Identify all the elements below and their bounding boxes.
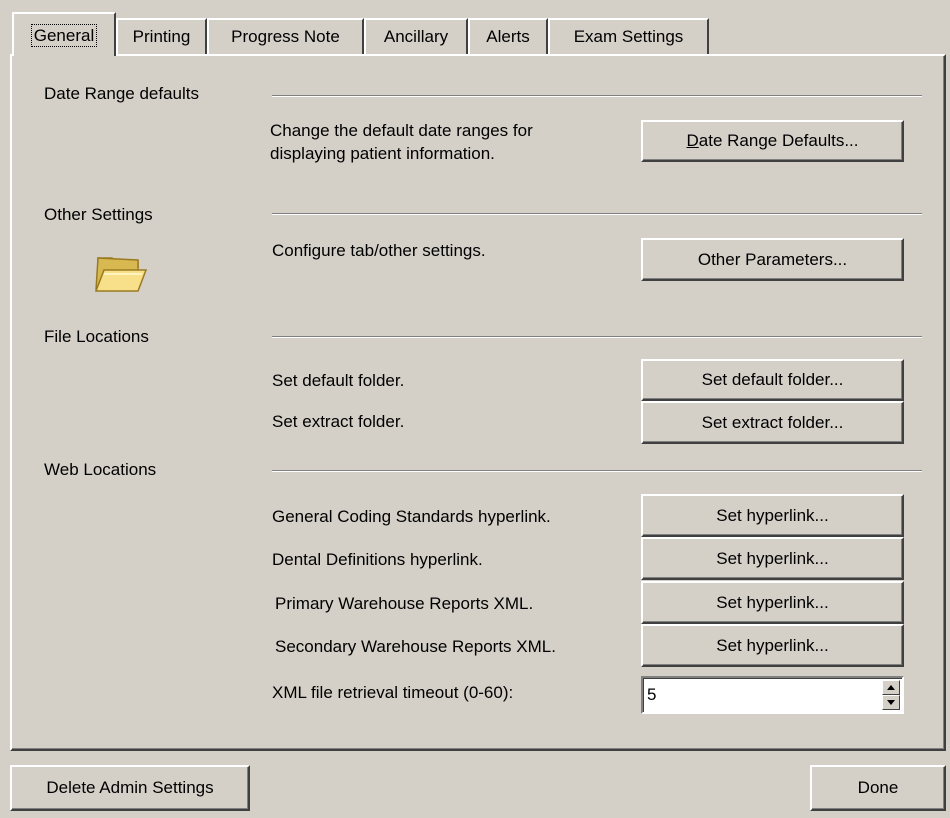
set-extract-folder-button[interactable]: Set extract folder... bbox=[641, 401, 904, 444]
file-locations-divider bbox=[272, 336, 922, 338]
web-locations-heading: Web Locations bbox=[44, 460, 157, 479]
tab-ancillary[interactable]: Ancillary bbox=[364, 18, 468, 54]
date-range-divider bbox=[272, 95, 922, 97]
date-range-heading: Date Range defaults bbox=[44, 84, 199, 103]
spin-up-button[interactable] bbox=[882, 680, 900, 695]
tab-printing[interactable]: Printing bbox=[116, 18, 207, 54]
date-range-description-line1: Change the default date ranges for bbox=[270, 121, 533, 140]
date-range-defaults-button[interactable]: Date Range Defaults... bbox=[641, 120, 904, 162]
set-hyperlink-general-coding-button[interactable]: Set hyperlink... bbox=[641, 494, 904, 537]
other-settings-divider bbox=[272, 213, 922, 215]
file-locations-heading: File Locations bbox=[44, 327, 149, 346]
set-hyperlink-primary-warehouse-button[interactable]: Set hyperlink... bbox=[641, 581, 904, 624]
done-button[interactable]: Done bbox=[810, 765, 946, 811]
dental-definitions-label: Dental Definitions hyperlink. bbox=[272, 550, 483, 569]
xml-timeout-spinbox bbox=[641, 676, 904, 714]
date-range-description-line2: displaying patient information. bbox=[270, 144, 495, 163]
tab-progress-note-label: Progress Note bbox=[231, 27, 340, 46]
xml-timeout-label: XML file retrieval timeout (0-60): bbox=[272, 683, 514, 702]
set-default-folder-button[interactable]: Set default folder... bbox=[641, 359, 904, 401]
other-parameters-button[interactable]: Other Parameters... bbox=[641, 238, 904, 281]
tab-exam-settings[interactable]: Exam Settings bbox=[548, 18, 709, 54]
tab-alerts-label: Alerts bbox=[486, 27, 530, 46]
set-hyperlink-dental-definitions-button[interactable]: Set hyperlink... bbox=[641, 537, 904, 580]
primary-warehouse-label: Primary Warehouse Reports XML. bbox=[275, 594, 534, 613]
arrow-down-icon bbox=[887, 700, 895, 705]
tab-progress-note[interactable]: Progress Note bbox=[207, 18, 364, 54]
folder-icon bbox=[94, 257, 148, 292]
date-range-defaults-mnemonic: D bbox=[686, 131, 699, 150]
delete-admin-settings-button[interactable]: Delete Admin Settings bbox=[10, 765, 250, 811]
arrow-up-icon bbox=[887, 685, 895, 690]
secondary-warehouse-label: Secondary Warehouse Reports XML. bbox=[275, 637, 556, 656]
tab-printing-label: Printing bbox=[132, 27, 191, 46]
tab-alerts[interactable]: Alerts bbox=[468, 18, 548, 54]
web-locations-divider bbox=[272, 470, 922, 472]
tab-general[interactable]: General bbox=[12, 12, 116, 56]
general-coding-standards-label: General Coding Standards hyperlink. bbox=[272, 507, 551, 526]
set-extract-folder-label: Set extract folder. bbox=[272, 412, 405, 431]
date-range-defaults-label: ate Range Defaults... bbox=[698, 131, 859, 150]
other-settings-heading: Other Settings bbox=[44, 205, 153, 224]
xml-timeout-spin-buttons bbox=[882, 680, 900, 710]
set-hyperlink-secondary-warehouse-button[interactable]: Set hyperlink... bbox=[641, 624, 904, 667]
set-default-folder-label: Set default folder. bbox=[272, 371, 405, 390]
spin-down-button[interactable] bbox=[882, 695, 900, 710]
tab-exam-settings-label: Exam Settings bbox=[573, 27, 684, 46]
tab-ancillary-label: Ancillary bbox=[383, 27, 449, 46]
other-settings-description: Configure tab/other settings. bbox=[272, 241, 486, 260]
admin-settings-window: General Printing Progress Note Ancillary… bbox=[0, 0, 950, 818]
tab-general-label: General bbox=[30, 24, 98, 47]
xml-timeout-input[interactable] bbox=[647, 681, 857, 709]
